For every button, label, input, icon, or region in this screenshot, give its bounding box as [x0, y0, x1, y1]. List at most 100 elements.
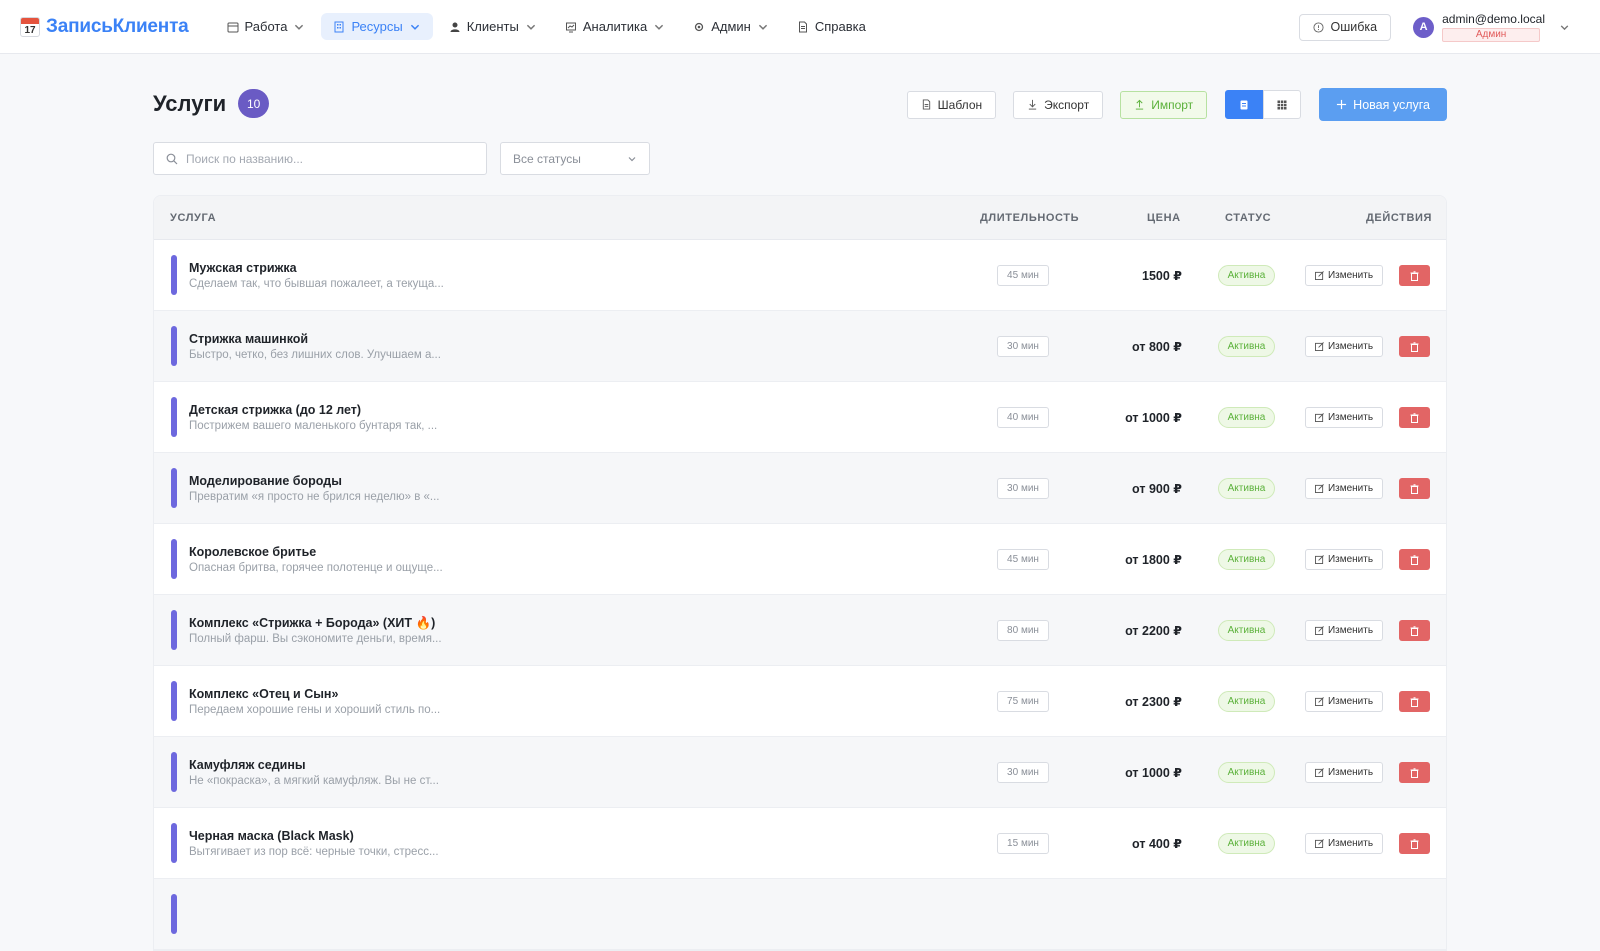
trash-icon: [1410, 767, 1419, 778]
edit-button-label: Изменить: [1327, 483, 1374, 494]
building-icon: [334, 21, 344, 32]
chevron-down-icon: [655, 24, 664, 30]
edit-button[interactable]: Изменить: [1305, 265, 1383, 286]
table-row[interactable]: Стрижка машинкой Быстро, четко, без лишни…: [154, 311, 1446, 382]
status-badge: Активна: [1218, 762, 1275, 783]
upload-icon: [1136, 99, 1144, 110]
service-description: Не «покраска», а мягкий камуфляж. Вы не …: [189, 775, 439, 787]
edit-icon: [1314, 271, 1324, 280]
edit-button[interactable]: Изменить: [1305, 691, 1383, 712]
column-header-price[interactable]: ЦЕНА: [1147, 212, 1181, 224]
edit-icon: [1314, 768, 1324, 777]
table-row[interactable]: Моделирование бороды Превратим «я просто …: [154, 453, 1446, 524]
duration-badge: 30 мин: [997, 762, 1049, 783]
header-right: Ошибка A admin@demo.local Админ: [1298, 0, 1571, 54]
column-header-duration[interactable]: ДЛИТЕЛЬНОСТЬ: [980, 212, 1079, 224]
service-color-bar: [171, 823, 177, 863]
column-header-service[interactable]: УСЛУГА: [170, 212, 216, 224]
edit-button-label: Изменить: [1327, 412, 1374, 423]
table-row[interactable]: [154, 879, 1446, 950]
person-icon: [450, 22, 460, 32]
service-color-bar: [171, 752, 177, 792]
edit-button[interactable]: Изменить: [1305, 549, 1383, 570]
nav-item-admin[interactable]: Админ: [681, 13, 781, 40]
template-button[interactable]: Шаблон: [906, 90, 997, 119]
edit-button[interactable]: Изменить: [1305, 833, 1383, 854]
delete-button[interactable]: [1399, 478, 1430, 499]
service-name: Мужская стрижка: [189, 261, 297, 275]
table-row[interactable]: Комплекс «Отец и Сын» Передаем хорошие ге…: [154, 666, 1446, 737]
error-button[interactable]: Ошибка: [1298, 13, 1392, 41]
service-description: Передаем хорошие гены и хороший стиль по…: [189, 704, 441, 716]
page-toolbar: Шаблон Экспорт Импорт Новая услуга: [890, 88, 1447, 121]
service-color-bar: [171, 894, 177, 934]
page-title: Услуги: [153, 90, 227, 116]
trash-icon: [1410, 483, 1419, 494]
nav-item-rabota[interactable]: Работа: [215, 13, 318, 40]
edit-button-label: Изменить: [1327, 341, 1374, 352]
column-header-status[interactable]: СТАТУС: [1225, 212, 1271, 224]
nav-item-label: Клиенты: [466, 19, 519, 34]
delete-button[interactable]: [1399, 265, 1430, 286]
nav-item-resursy[interactable]: Ресурсы: [321, 13, 433, 40]
service-price: от 2200 ₽: [1125, 624, 1182, 638]
document-icon: [922, 99, 930, 110]
nav-item-analitika[interactable]: Аналитика: [553, 13, 677, 40]
service-color-bar: [171, 397, 177, 437]
plus-icon: [1337, 99, 1347, 110]
service-name: Комплекс «Стрижка + Борода» (ХИТ 🔥): [189, 616, 436, 630]
grid-icon: [1277, 100, 1287, 109]
edit-button-label: Изменить: [1327, 270, 1374, 281]
table-row[interactable]: Мужская стрижка Сделаем так, что бывшая п…: [154, 240, 1446, 311]
delete-button[interactable]: [1399, 549, 1430, 570]
delete-button[interactable]: [1399, 833, 1430, 854]
service-color-bar: [171, 255, 177, 295]
nav-item-label: Аналитика: [582, 19, 648, 34]
grid-view-button[interactable]: [1263, 90, 1302, 119]
edit-button-label: Изменить: [1327, 767, 1374, 778]
import-button[interactable]: Импорт: [1120, 90, 1208, 119]
table-row[interactable]: Детская стрижка (до 12 лет) Пострижем ваш…: [154, 382, 1446, 453]
nav-item-spravka[interactable]: Справка: [785, 13, 878, 40]
service-description: Вытягивает из пор всё: черные точки, стр…: [189, 846, 439, 858]
duration-badge: 30 мин: [997, 336, 1049, 357]
table-row[interactable]: Камуфляж седины Не «покраска», а мягкий к…: [154, 737, 1446, 808]
delete-button[interactable]: [1399, 407, 1430, 428]
service-price: от 1800 ₽: [1125, 553, 1182, 567]
gear-icon: [695, 22, 704, 31]
duration-badge: 30 мин: [997, 478, 1049, 499]
chevron-down-icon: [410, 24, 419, 30]
delete-button[interactable]: [1399, 762, 1430, 783]
table-row[interactable]: Королевское бритье Опасная бритва, горяче…: [154, 524, 1446, 595]
table-header: УСЛУГА ДЛИТЕЛЬНОСТЬ ЦЕНА СТАТУС ДЕЙСТВИЯ: [154, 196, 1446, 240]
brand[interactable]: 17 ЗаписьКлиента: [20, 16, 189, 38]
list-view-button[interactable]: [1225, 90, 1264, 119]
nav-item-label: Справка: [814, 19, 866, 34]
edit-button[interactable]: Изменить: [1305, 478, 1383, 499]
new-service-button[interactable]: Новая услуга: [1319, 88, 1447, 121]
delete-button[interactable]: [1399, 336, 1430, 357]
service-price: от 1000 ₽: [1125, 766, 1182, 780]
export-button[interactable]: Экспорт: [1013, 90, 1104, 119]
search-input[interactable]: [186, 151, 466, 166]
table-row[interactable]: Комплекс «Стрижка + Борода» (ХИТ 🔥) Полны…: [154, 595, 1446, 666]
edit-button[interactable]: Изменить: [1305, 620, 1383, 641]
service-color-bar: [171, 468, 177, 508]
nav-item-klienty[interactable]: Клиенты: [437, 13, 549, 40]
nav-item-label: Ресурсы: [351, 19, 403, 34]
status-filter-select[interactable]: Все статусы: [500, 142, 650, 175]
user-email: admin@demo.local: [1442, 11, 1545, 26]
service-color-bar: [171, 326, 177, 366]
chevron-down-icon: [628, 156, 636, 161]
delete-button[interactable]: [1399, 691, 1430, 712]
service-name: Королевское бритье: [189, 545, 317, 559]
edit-button[interactable]: Изменить: [1305, 336, 1383, 357]
trash-icon: [1410, 625, 1419, 636]
table-row[interactable]: Черная маска (Black Mask) Вытягивает из п…: [154, 808, 1446, 879]
trash-icon: [1410, 412, 1419, 423]
edit-button[interactable]: Изменить: [1305, 407, 1383, 428]
delete-button[interactable]: [1399, 620, 1430, 641]
edit-icon: [1314, 484, 1324, 493]
user-menu[interactable]: A admin@demo.local Админ: [1413, 11, 1570, 42]
edit-button[interactable]: Изменить: [1305, 762, 1383, 783]
